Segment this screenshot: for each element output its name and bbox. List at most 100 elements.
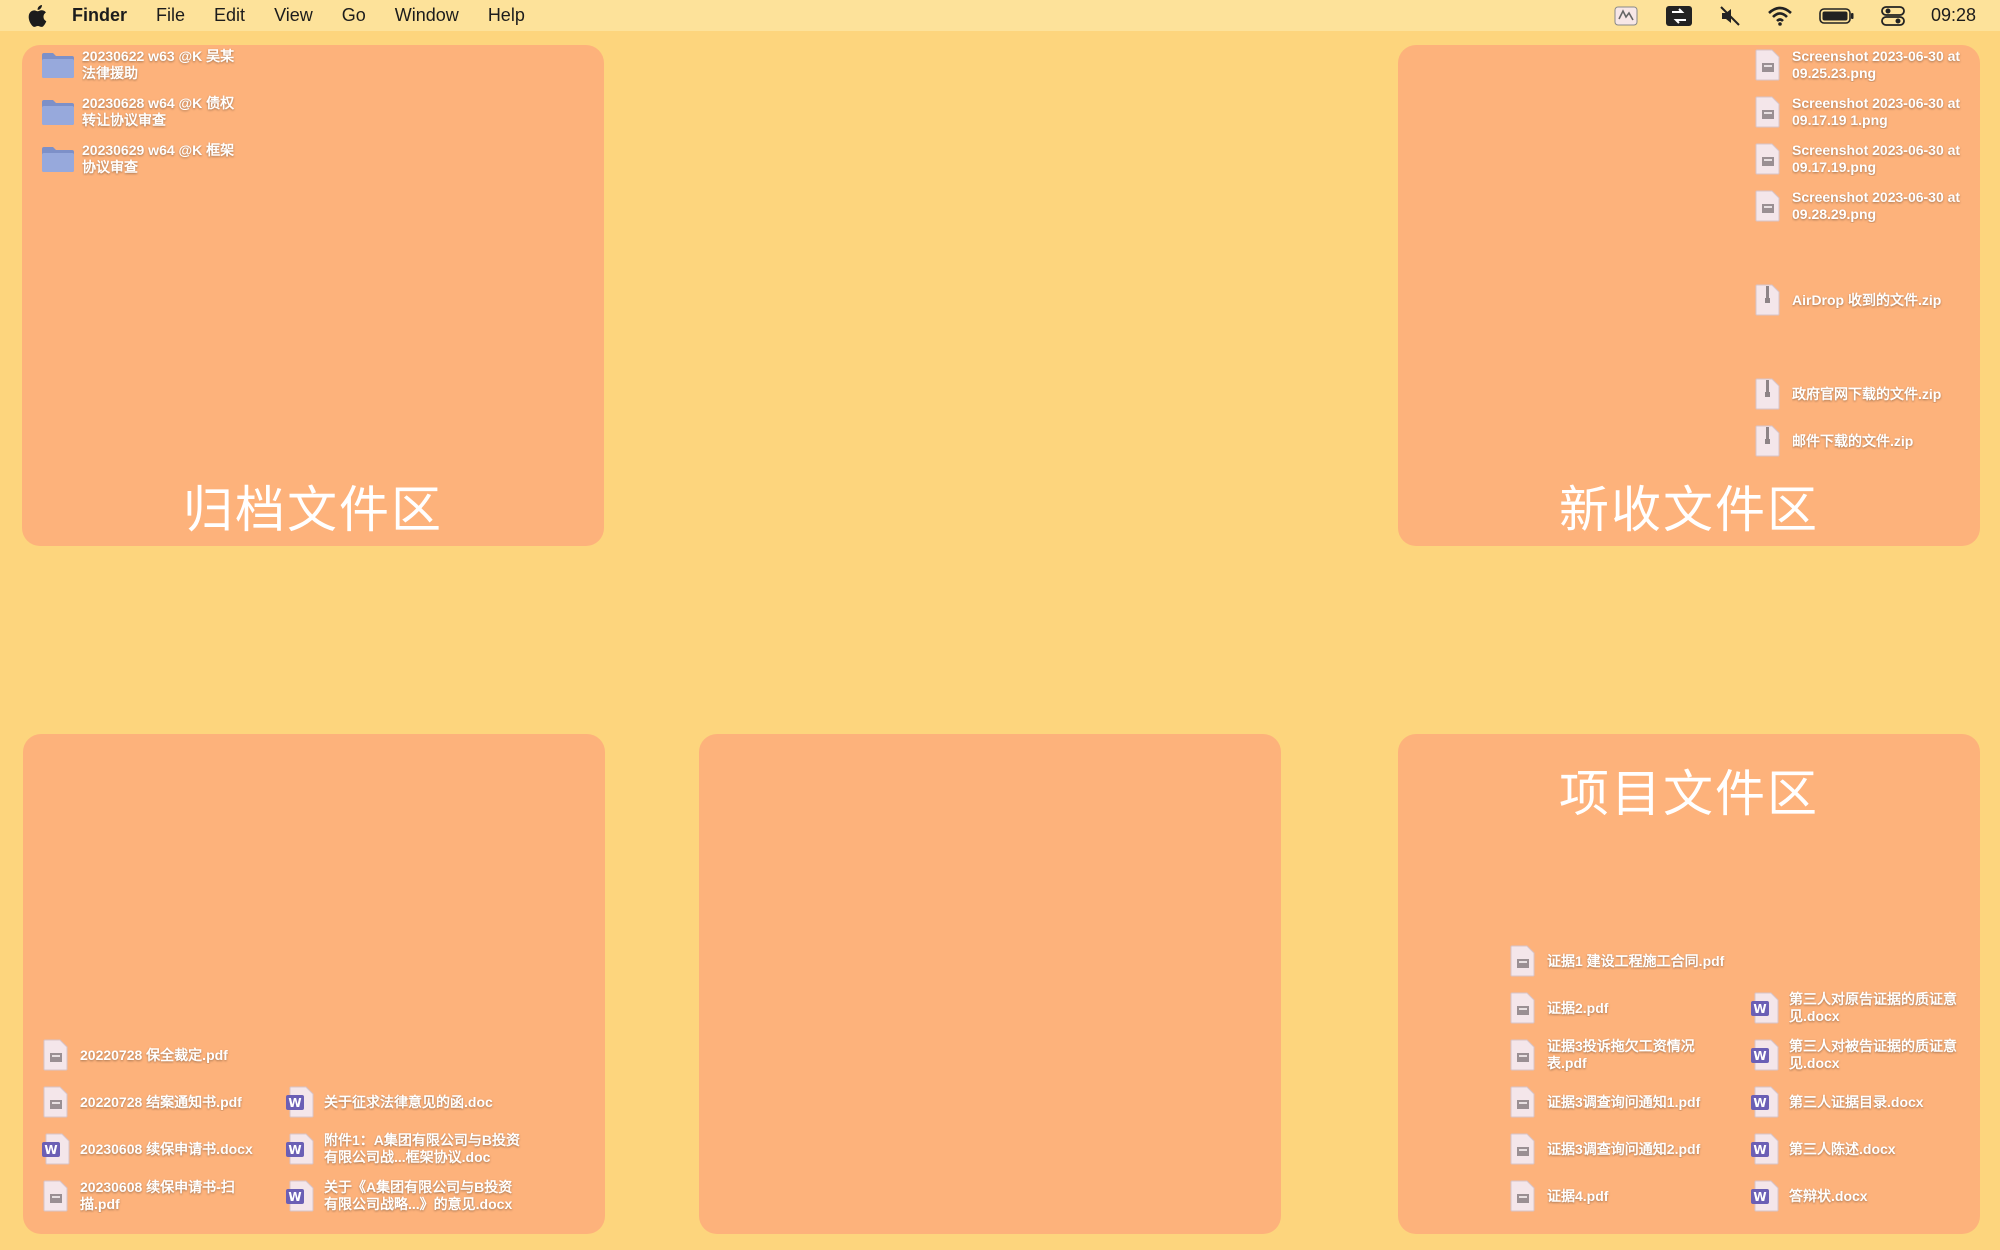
file-name: 第三人对被告证据的质证意见.docx — [1789, 1038, 1957, 1071]
file-name: 关于征求法律意见的函.doc — [324, 1093, 493, 1110]
desktop-file[interactable]: 证据1 建设工程施工合同.pdf — [1503, 941, 1747, 981]
apple-menu-icon[interactable] — [24, 3, 50, 29]
desktop-file[interactable]: 政府官网下载的文件.zip — [1748, 374, 2000, 414]
folder-icon — [38, 139, 78, 179]
svg-text:W: W — [288, 1190, 301, 1204]
menu-view[interactable]: View — [274, 5, 313, 26]
menu-help[interactable]: Help — [488, 5, 525, 26]
pdf-file-icon — [1503, 1176, 1543, 1216]
file-name: 证据3投诉拖欠工资情况表.pdf — [1547, 1038, 1695, 1071]
file-name: AirDrop 收到的文件.zip — [1792, 291, 1942, 308]
svg-text:W: W — [1753, 1049, 1766, 1063]
pdf-file-icon — [36, 1082, 76, 1122]
pdf-file-icon — [36, 1035, 76, 1075]
menu-bar: Finder File Edit View Go Window Help 09:… — [0, 0, 2000, 31]
word-file-icon: W — [280, 1129, 320, 1169]
file-name: Screenshot 2023-06-30 at 09.25.23.png — [1792, 48, 1961, 81]
file-name: 20230628 w64 @K 债权转让协议审查 — [82, 95, 235, 128]
svg-text:W: W — [1753, 1002, 1766, 1016]
file-name: 证据2.pdf — [1547, 999, 1609, 1016]
svg-text:W: W — [288, 1143, 301, 1157]
screen-share-icon[interactable] — [1665, 5, 1693, 27]
desktop-file[interactable]: Screenshot 2023-06-30 at 09.17.19 1.png — [1748, 92, 2000, 132]
desktop-file[interactable]: W 关于征求法律意见的函.doc — [280, 1082, 524, 1122]
desktop-file[interactable]: W 第三人对原告证据的质证意见.docx — [1745, 988, 1989, 1028]
desktop-file[interactable]: 证据2.pdf — [1503, 988, 1747, 1028]
desktop-file[interactable]: W 第三人对被告证据的质证意见.docx — [1745, 1035, 1989, 1075]
file-name: 邮件下载的文件.zip — [1792, 432, 1914, 449]
desktop-file[interactable]: W 20230608 续保申请书.docx — [36, 1129, 280, 1169]
zone-project-title: 项目文件区 — [1559, 765, 1819, 823]
folder-icon — [38, 92, 78, 132]
desktop-file[interactable]: W 关于《A集团有限公司与B投资有限公司战略...》的意见.docx — [280, 1176, 524, 1216]
word-file-icon: W — [280, 1176, 320, 1216]
file-name: 第三人对原告证据的质证意见.docx — [1789, 991, 1957, 1024]
file-name: 20230622 w63 @K 吴某法律援助 — [82, 48, 235, 81]
file-name: 证据1 建设工程施工合同.pdf — [1547, 952, 1725, 969]
desktop-file[interactable]: 邮件下载的文件.zip — [1748, 421, 2000, 461]
desktop-folder[interactable]: 20230629 w64 @K 框架协议审查 — [38, 139, 242, 179]
desktop-folder[interactable]: 20230622 w63 @K 吴某法律援助 — [38, 45, 242, 85]
file-name: Screenshot 2023-06-30 at 09.17.19.png — [1792, 142, 1961, 175]
file-name: 附件1：A集团有限公司与B投资有限公司战...框架协议.doc — [324, 1132, 521, 1165]
menubar-clock[interactable]: 09:28 — [1931, 5, 1976, 26]
svg-text:W: W — [288, 1096, 301, 1110]
word-file-icon: W — [1745, 1082, 1785, 1122]
desktop-file[interactable]: 证据3调查询问通知2.pdf — [1503, 1129, 1747, 1169]
desktop-file[interactable]: 证据3投诉拖欠工资情况表.pdf — [1503, 1035, 1707, 1075]
pdf-file-icon — [1503, 1129, 1543, 1169]
status-area: 09:28 — [1613, 0, 2000, 31]
file-name: 证据4.pdf — [1547, 1187, 1609, 1204]
word-file-icon: W — [1745, 1129, 1785, 1169]
word-file-icon: W — [36, 1129, 76, 1169]
pdf-file-icon — [1503, 988, 1543, 1028]
image-file-icon — [1748, 92, 1788, 132]
battery-icon[interactable] — [1819, 7, 1855, 25]
app-status-icon[interactable] — [1613, 5, 1639, 27]
menu-go[interactable]: Go — [342, 5, 366, 26]
svg-text:W: W — [44, 1143, 57, 1157]
desktop-file[interactable]: 20220728 结案通知书.pdf — [36, 1082, 280, 1122]
word-file-icon: W — [1745, 1176, 1785, 1216]
svg-text:W: W — [1753, 1190, 1766, 1204]
word-file-icon: W — [280, 1082, 320, 1122]
desktop-folder[interactable]: 20230628 w64 @K 债权转让协议审查 — [38, 92, 242, 132]
desktop-file[interactable]: 20220728 保全裁定.pdf — [36, 1035, 280, 1075]
wifi-icon[interactable] — [1767, 6, 1793, 26]
zone-bottom-center — [699, 734, 1281, 1234]
file-name: Screenshot 2023-06-30 at 09.17.19 1.png — [1792, 95, 1961, 128]
desktop-file[interactable]: 20230608 续保申请书-扫描.pdf — [36, 1176, 240, 1216]
svg-text:W: W — [1753, 1143, 1766, 1157]
word-file-icon: W — [1745, 1035, 1785, 1075]
desktop-file[interactable]: 证据4.pdf — [1503, 1176, 1747, 1216]
desktop-file[interactable]: W 答辩状.docx — [1745, 1176, 1989, 1216]
word-file-icon: W — [1745, 988, 1785, 1028]
desktop-file[interactable]: Screenshot 2023-06-30 at 09.17.19.png — [1748, 139, 2000, 179]
desktop-file[interactable]: Screenshot 2023-06-30 at 09.25.23.png — [1748, 45, 2000, 85]
svg-text:W: W — [1753, 1096, 1766, 1110]
desktop-file[interactable]: 证据3调查询问通知1.pdf — [1503, 1082, 1747, 1122]
file-name: 20230608 续保申请书.docx — [80, 1140, 253, 1157]
file-name: 20220728 保全裁定.pdf — [80, 1046, 228, 1063]
desktop-file[interactable]: W 第三人陈述.docx — [1745, 1129, 1989, 1169]
control-center-icon[interactable] — [1881, 5, 1905, 27]
volume-muted-icon[interactable] — [1719, 5, 1741, 27]
menu-finder[interactable]: Finder — [72, 5, 127, 26]
menu-file[interactable]: File — [156, 5, 185, 26]
pdf-file-icon — [36, 1176, 76, 1216]
file-name: 政府官网下载的文件.zip — [1792, 385, 1942, 402]
pdf-file-icon — [1503, 1082, 1543, 1122]
menu-window[interactable]: Window — [395, 5, 459, 26]
image-file-icon — [1748, 139, 1788, 179]
file-name: 关于《A集团有限公司与B投资有限公司战略...》的意见.docx — [324, 1179, 513, 1212]
zip-file-icon — [1748, 421, 1788, 461]
desktop-file[interactable]: AirDrop 收到的文件.zip — [1748, 280, 2000, 320]
desktop-file[interactable]: W 附件1：A集团有限公司与B投资有限公司战...框架协议.doc — [280, 1129, 524, 1169]
file-name: 20220728 结案通知书.pdf — [80, 1093, 242, 1110]
desktop-file[interactable]: W 第三人证据目录.docx — [1745, 1082, 1989, 1122]
image-file-icon — [1748, 186, 1788, 226]
menu-edit[interactable]: Edit — [214, 5, 245, 26]
desktop-file[interactable]: Screenshot 2023-06-30 at 09.28.29.png — [1748, 186, 2000, 226]
zip-file-icon — [1748, 374, 1788, 414]
file-name: 第三人陈述.docx — [1789, 1140, 1896, 1157]
